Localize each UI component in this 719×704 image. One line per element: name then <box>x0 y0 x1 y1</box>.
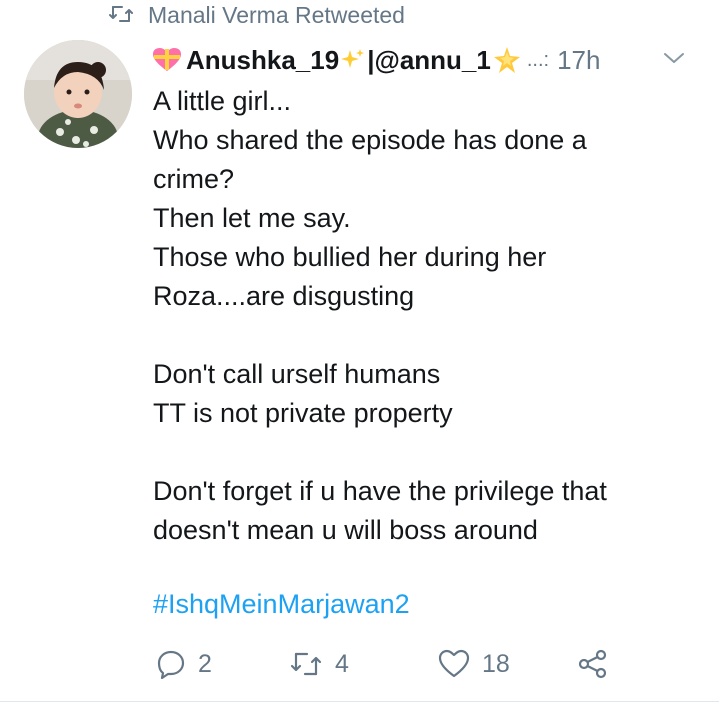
tweet-line: doesn't mean u will boss around <box>153 515 538 545</box>
reply-button[interactable]: 2 <box>156 636 212 692</box>
name-truncation: ...: <box>526 48 550 71</box>
tweet-line: TT is not private property <box>153 398 453 428</box>
tweet-line: Who shared the episode has done a <box>153 125 587 155</box>
reply-icon <box>156 649 186 679</box>
tweet-blank-line <box>153 316 693 355</box>
star-emoji <box>493 46 521 74</box>
tweet-blank-line <box>153 433 693 472</box>
retweet-icon <box>108 2 134 29</box>
avatar[interactable] <box>24 40 132 148</box>
tweet-line: Those who bullied her during her <box>153 242 547 272</box>
tweet-line: A little girl... <box>153 86 292 116</box>
tweet-line: Don't forget if u have the privilege tha… <box>153 476 607 506</box>
hashtag-link[interactable]: #IshqMeinMarjawan2 <box>153 589 410 620</box>
tweet-line: Then let me say. <box>153 203 351 233</box>
retweet-context-text: Manali Verma Retweeted <box>148 1 405 28</box>
tweet-line: Don't call urself humans <box>153 359 441 389</box>
tweet-text: A little girl... Who shared the episode … <box>153 82 693 550</box>
tweet-actions: 2 4 18 <box>153 636 623 692</box>
retweet-count: 4 <box>335 649 349 678</box>
retweet-context[interactable]: Manali Verma Retweeted <box>108 0 405 30</box>
divider <box>0 701 719 702</box>
retweet-button[interactable]: 4 <box>289 636 349 692</box>
display-name[interactable]: Anushka_19 <box>186 45 339 76</box>
tweet-header: Anushka_19 |@annu_1 ...: 17h <box>152 38 691 82</box>
tweet-line: Roza....are disgusting <box>153 281 415 311</box>
chevron-down-icon[interactable] <box>663 51 691 70</box>
share-icon <box>577 649 609 679</box>
sparkles-emoji <box>341 48 365 72</box>
heart-icon <box>438 649 470 679</box>
tweet-timestamp[interactable]: 17h <box>557 45 600 76</box>
retweet-icon <box>289 651 323 677</box>
handle[interactable]: |@annu_1 <box>367 45 491 76</box>
reply-count: 2 <box>198 649 212 678</box>
like-button[interactable]: 18 <box>438 636 510 692</box>
share-button[interactable] <box>577 636 609 692</box>
heart-gift-emoji <box>152 47 182 73</box>
like-count: 18 <box>482 649 510 678</box>
tweet-line: crime? <box>153 164 235 194</box>
